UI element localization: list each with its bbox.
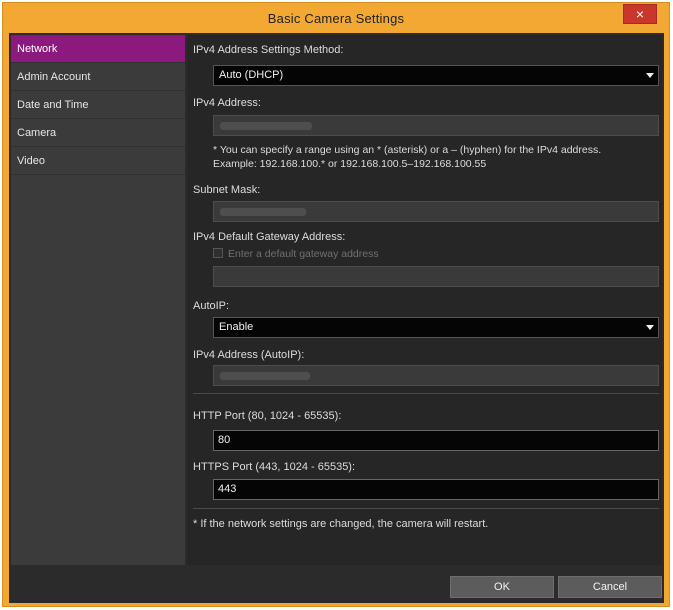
dialog-body: Network Admin Account Date and Time Came… [9,33,664,603]
redacted-value [220,122,312,130]
ipv4-method-select[interactable]: Auto (DHCP) [213,65,659,86]
sidebar-item-admin-account[interactable]: Admin Account [11,63,185,91]
range-note-line2: Example: 192.168.100.* or 192.168.100.5–… [213,158,487,170]
gateway-address-field[interactable] [213,266,659,287]
subnet-mask-field[interactable] [213,201,659,222]
autoip-address-field [213,365,659,386]
gateway-checkbox-label: Enter a default gateway address [228,248,379,260]
http-port-field[interactable]: 80 [213,430,659,451]
gateway-checkbox[interactable] [213,248,223,258]
ok-button[interactable]: OK [450,576,554,598]
window-title: Basic Camera Settings [267,11,405,26]
subnet-mask-label: Subnet Mask: [193,184,261,196]
gateway-checkbox-row[interactable]: Enter a default gateway address [213,248,379,260]
https-port-label: HTTPS Port (443, 1024 - 65535): [193,461,356,473]
sidebar-item-video[interactable]: Video [11,147,185,175]
section-divider [193,508,659,509]
sidebar-item-camera[interactable]: Camera [11,119,185,147]
close-button[interactable]: × [623,4,657,24]
chevron-down-icon [646,73,654,78]
https-port-field[interactable]: 443 [213,479,659,500]
dialog-window: Basic Camera Settings × Network Admin Ac… [2,2,670,607]
title-bar[interactable]: Basic Camera Settings × [3,3,669,33]
ipv4-address-label: IPv4 Address: [193,97,261,109]
restart-note: * If the network settings are changed, t… [193,518,489,530]
redacted-value [220,208,306,216]
ipv4-method-value: Auto (DHCP) [219,69,284,81]
cancel-button[interactable]: Cancel [558,576,662,598]
network-settings-panel: IPv4 Address Settings Method: Auto (DHCP… [187,35,662,565]
sidebar-item-date-and-time[interactable]: Date and Time [11,91,185,119]
autoip-select[interactable]: Enable [213,317,659,338]
range-note-line1: * You can specify a range using an * (as… [213,144,602,156]
ipv4-method-label: IPv4 Address Settings Method: [193,44,344,56]
autoip-label: AutoIP: [193,300,230,312]
sidebar-item-network[interactable]: Network [11,35,185,63]
chevron-down-icon [646,325,654,330]
sidebar: Network Admin Account Date and Time Came… [11,35,185,565]
autoip-address-label: IPv4 Address (AutoIP): [193,349,305,361]
dialog-footer: OK Cancel [9,568,664,603]
redacted-value [220,372,310,380]
http-port-label: HTTP Port (80, 1024 - 65535): [193,410,342,422]
autoip-value: Enable [219,321,254,333]
gateway-label: IPv4 Default Gateway Address: [193,231,346,243]
close-icon: × [635,6,645,22]
section-divider [193,393,659,394]
ipv4-address-field[interactable] [213,115,659,136]
